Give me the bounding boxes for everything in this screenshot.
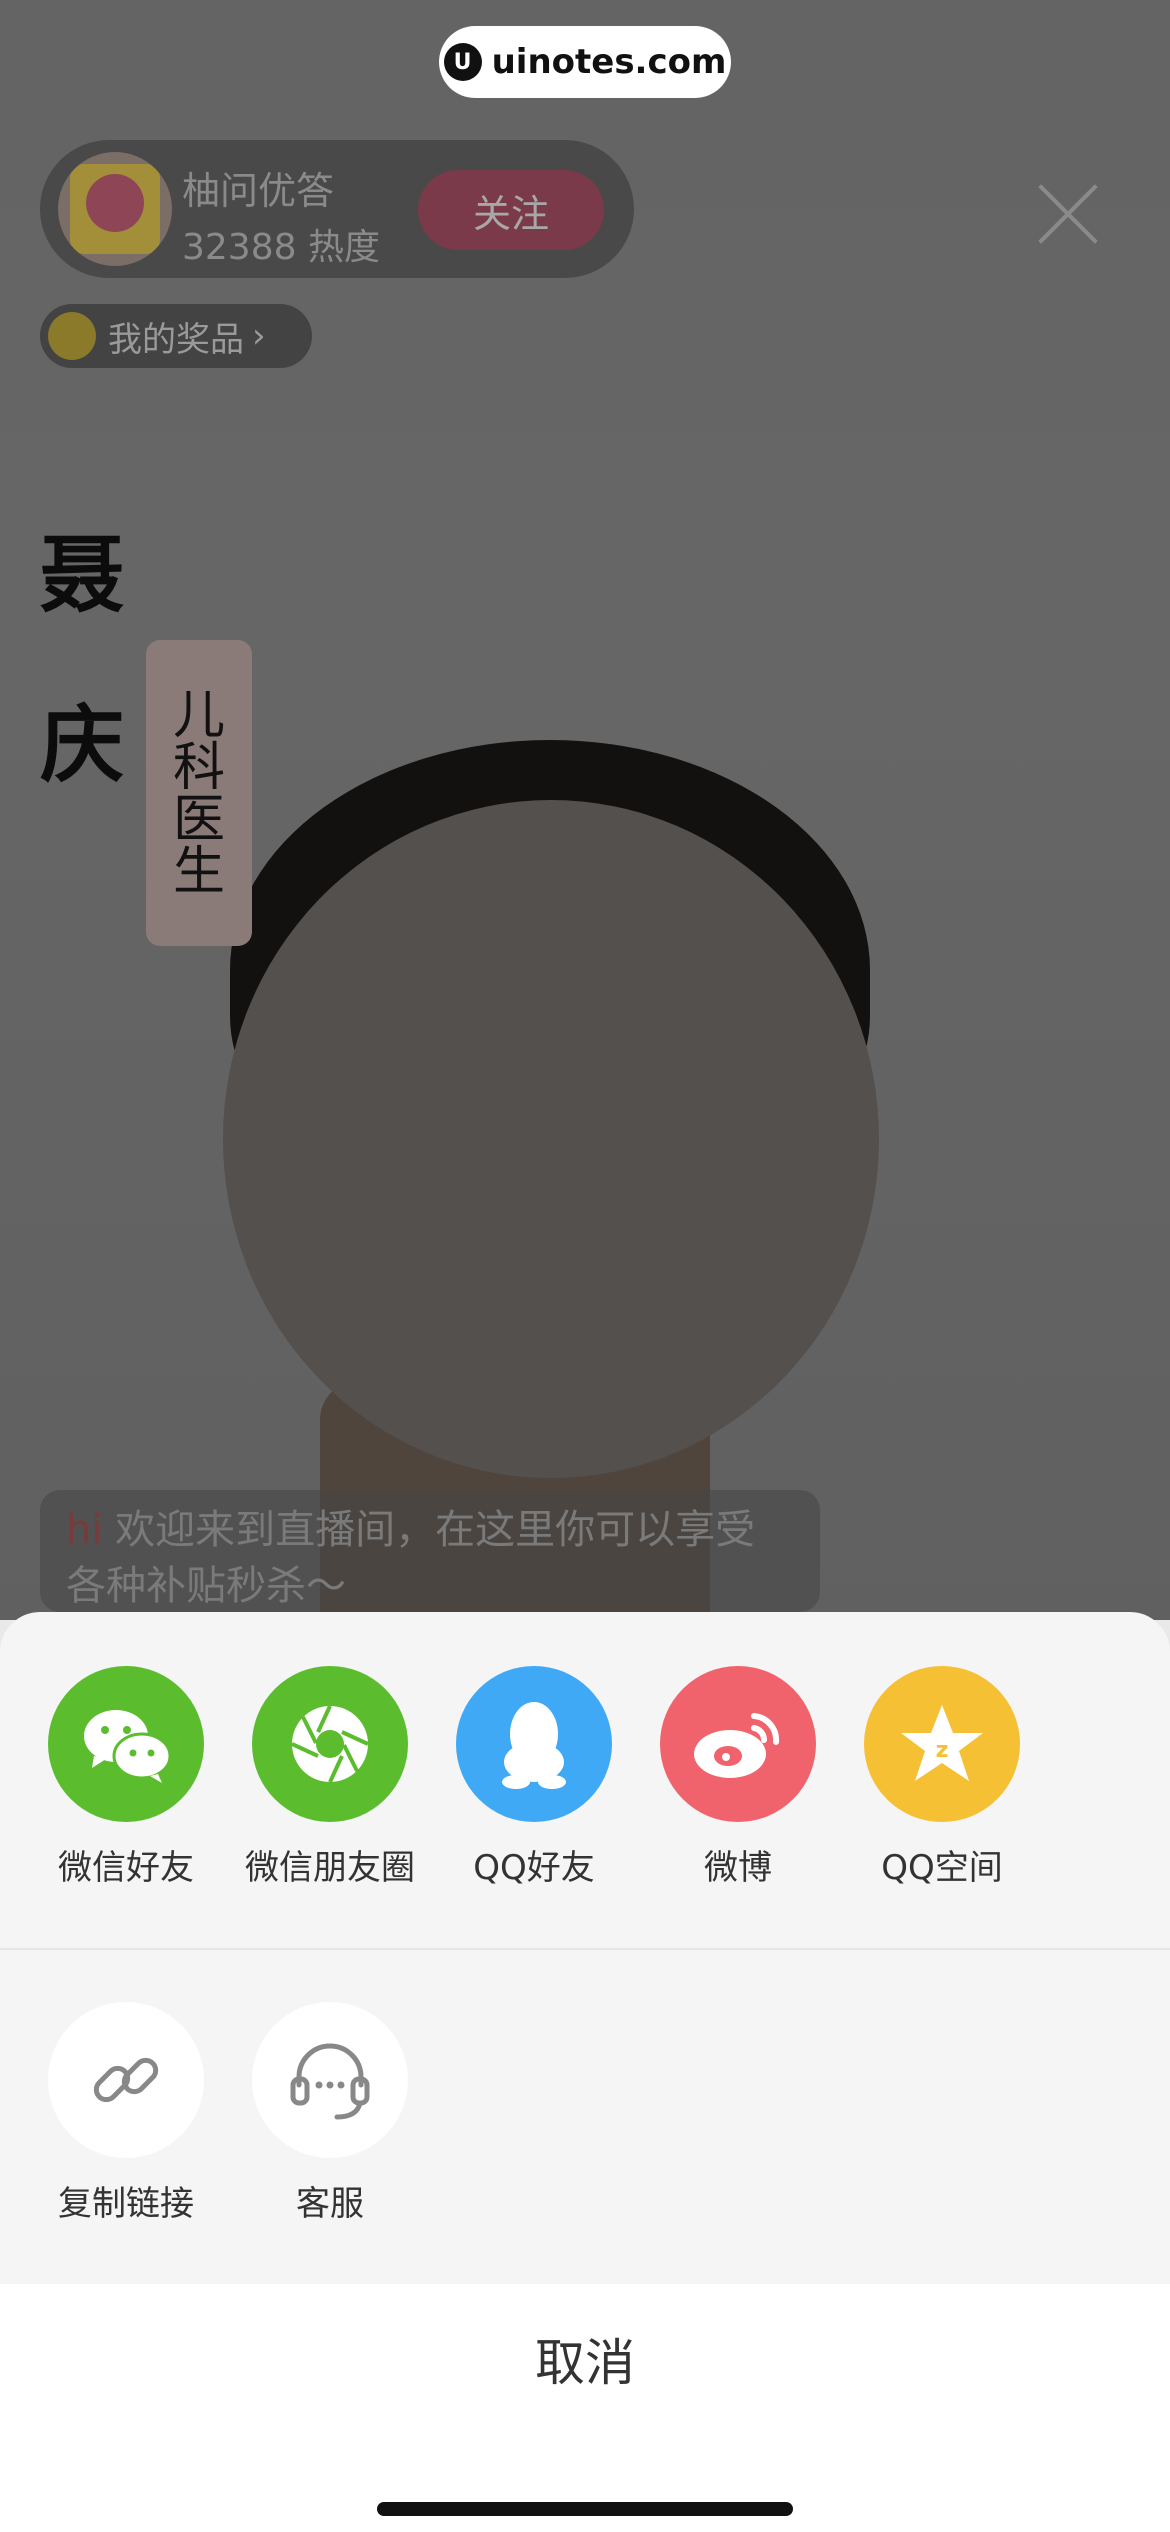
- share-label: QQ空间: [881, 1848, 1003, 1888]
- share-label: 微信好友: [58, 1848, 194, 1888]
- share-label: 客服: [296, 2184, 364, 2224]
- doctor-title-char: 医: [172, 790, 225, 850]
- my-prizes-label: 我的奖品: [108, 319, 244, 360]
- share-weibo[interactable]: 微博: [636, 1666, 840, 1889]
- svg-text:z: z: [936, 1738, 949, 1763]
- host-heat: 32388 热度: [182, 227, 380, 268]
- welcome-message: hi 欢迎来到直播间，在这里你可以享受各种补贴秒杀～: [40, 1490, 820, 1612]
- doctor-name: 聂 庆: [40, 490, 130, 830]
- doctor-name-char: 庆: [40, 695, 125, 794]
- share-wechat-moments[interactable]: 微信朋友圈: [228, 1666, 432, 1889]
- host-info-pill[interactable]: 柚问优答 32388 热度 关注: [40, 140, 634, 278]
- follow-button[interactable]: 关注: [418, 170, 604, 250]
- share-label: 微信朋友圈: [245, 1848, 415, 1888]
- share-wechat-friends[interactable]: 微信好友: [24, 1666, 228, 1889]
- host-avatar[interactable]: [58, 152, 172, 266]
- doctor-name-char: 聂: [40, 525, 125, 624]
- host-name: 柚问优答: [182, 169, 335, 213]
- doctor-title-char: 儿: [172, 686, 225, 746]
- welcome-text: 欢迎来到直播间，在这里你可以享受各种补贴秒杀～: [66, 1507, 756, 1609]
- doctor-title: 儿 科 医 生: [146, 690, 252, 898]
- qzone-icon[interactable]: z: [864, 1666, 1020, 1822]
- headset-icon[interactable]: [252, 2002, 408, 2158]
- watermark-logo-icon: U: [443, 43, 482, 81]
- wechat-icon[interactable]: [48, 1666, 204, 1822]
- cancel-area: 取消: [0, 2284, 1170, 2532]
- prize-icon: [48, 312, 96, 360]
- share-label: 微博: [704, 1848, 772, 1888]
- doctor-title-char: 科: [172, 738, 225, 798]
- weibo-icon[interactable]: [660, 1666, 816, 1822]
- customer-service-button[interactable]: 客服: [228, 2002, 432, 2225]
- divider: [0, 1948, 1170, 1950]
- home-indicator[interactable]: [377, 2502, 793, 2516]
- copy-link-button[interactable]: 复制链接: [24, 2002, 228, 2225]
- share-row-social: 微信好友 微信朋友圈 QQ好友 微博 z QQ空间: [0, 1666, 1170, 1896]
- link-icon[interactable]: [48, 2002, 204, 2158]
- share-label: QQ好友: [473, 1848, 595, 1888]
- doctor-title-box: 儿 科 医 生: [146, 640, 252, 946]
- share-row-tools: 复制链接 客服: [0, 2002, 1170, 2232]
- moments-icon[interactable]: [252, 1666, 408, 1822]
- chevron-right-icon: ›: [252, 316, 266, 356]
- share-sheet: 微信好友 微信朋友圈 QQ好友 微博 z QQ空间 复制链接 客服 取消: [0, 1612, 1170, 2532]
- share-qzone[interactable]: z QQ空间: [840, 1666, 1044, 1889]
- qq-icon[interactable]: [456, 1666, 612, 1822]
- watermark-text: uinotes.com: [491, 42, 727, 82]
- my-prizes-button[interactable]: 我的奖品 ›: [40, 304, 312, 368]
- meetyou-logo-icon: [70, 164, 160, 254]
- share-label: 复制链接: [58, 2184, 194, 2224]
- watermark: U uinotes.com: [439, 26, 731, 98]
- close-icon[interactable]: [1036, 182, 1100, 246]
- share-qq-friends[interactable]: QQ好友: [432, 1666, 636, 1889]
- doctor-title-char: 生: [172, 842, 225, 902]
- cancel-button[interactable]: 取消: [0, 2284, 1170, 2434]
- welcome-prefix: hi: [66, 1507, 103, 1553]
